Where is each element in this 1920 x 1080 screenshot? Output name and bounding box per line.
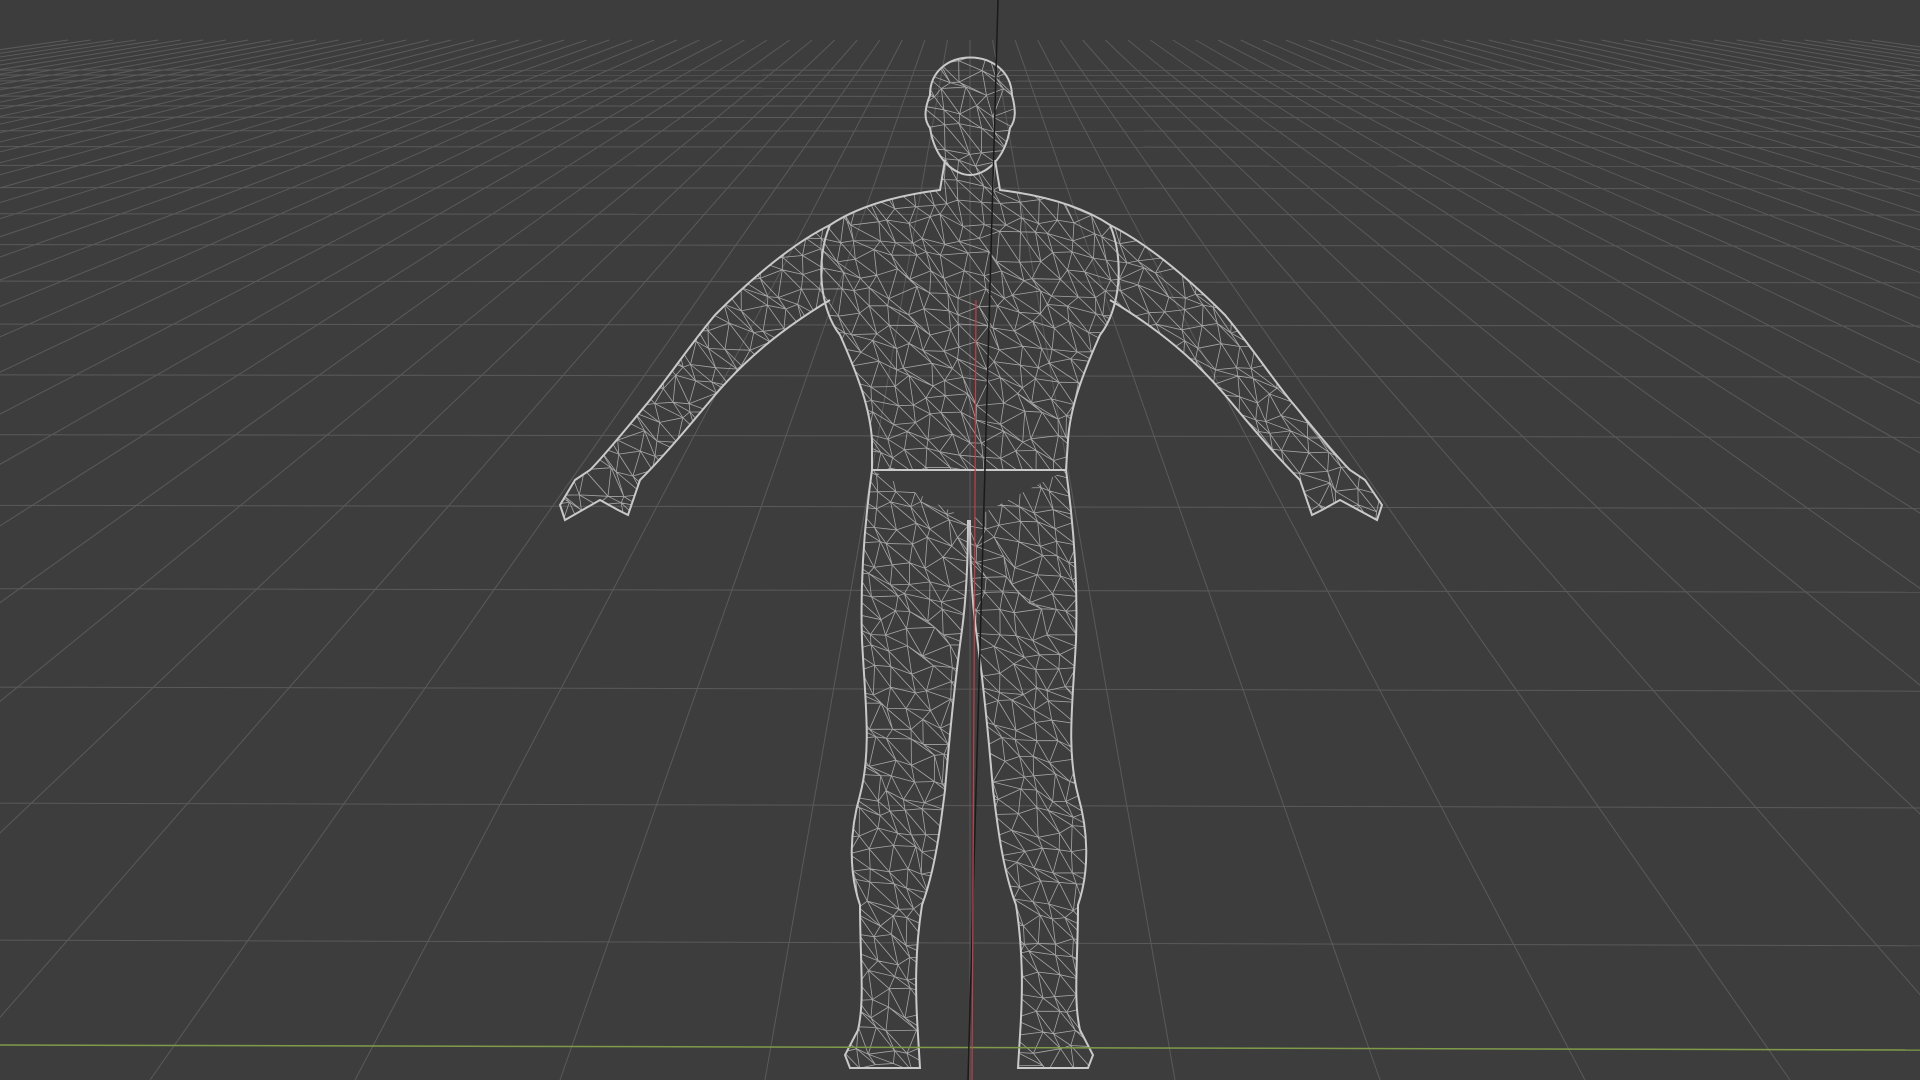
grid-line-depth [1488,39,1920,148]
grid-line-depth [0,39,452,153]
grid-line-depth [0,39,69,51]
grid-line-depth [1601,39,1920,106]
grid-line-depth [1826,39,1920,55]
grid-line-depth [0,39,362,117]
grid-line-depth [1104,39,1920,815]
grid-line-depth [1646,39,1920,93]
grid-line-depth [1082,39,1920,996]
grid-line-depth [1556,39,1920,121]
grid-line-horizontal [0,504,1920,509]
grid-line-depth [0,39,565,220]
mesh-left-arm [558,224,831,522]
grid-line-depth [0,39,745,465]
grid-line-horizontal [0,802,1920,809]
grid-line-horizontal [0,213,1920,216]
grid-line-depth [1691,39,1920,82]
grid-line-depth [1172,39,1920,514]
grid-line-depth [0,39,384,125]
grid-line-depth [1262,39,1920,329]
grid-line-depth [0,39,858,1019]
grid-line-depth [1533,39,1920,129]
grid-line-depth [0,39,294,97]
grid-line-depth [0,39,407,134]
grid-line-depth [1781,39,1920,63]
grid-line-depth [0,39,91,54]
grid-line-horizontal [0,130,1920,132]
grid-line-depth [0,39,768,527]
grid-line-depth [1037,39,1586,1080]
character-wireframe-mesh[interactable] [543,34,1385,1074]
grid-line-depth [1759,39,1920,67]
grid-line-depth [354,39,903,1080]
grid-line-depth [992,39,1176,1080]
grid-line-horizontal [0,280,1920,284]
grid-line-depth [1285,39,1920,299]
grid-line-depth [1668,39,1920,87]
grid-line-depth [0,39,723,415]
grid-line-depth [0,39,159,66]
y-axis-line [971,299,977,1080]
grid-line-depth [1871,39,1920,48]
grid-line-horizontal [0,244,1920,247]
grid-line-depth [1804,39,1920,59]
grid-line-depth [1150,39,1920,589]
grid-line-depth [1398,39,1920,197]
grid-line-horizontal [0,939,1920,947]
grid-line-depth [0,39,226,80]
grid-line-depth [0,39,836,834]
grid-line-depth [0,39,181,70]
x-axis-line [0,1044,1920,1051]
grid-line-depth [1308,39,1920,274]
grid-line-depth [0,39,700,373]
grid-line-depth [0,39,249,85]
grid-line-horizontal [0,116,1920,119]
grid-line-depth [0,39,114,58]
grid-line-depth [1736,39,1920,72]
grid-line-depth [1465,39,1920,159]
grid-line-depth [1195,39,1920,454]
grid-line-depth [0,39,655,307]
grid-line-depth [0,39,610,258]
grid-line-depth [1059,39,1791,1080]
viewport-scene [0,0,1920,1080]
grid-line-depth [0,39,272,91]
grid-line-horizontal [0,434,1920,438]
grid-line-horizontal [0,588,1920,593]
grid-line-horizontal [0,187,1920,190]
grid-line-depth [1127,39,1920,686]
grid-line-depth [149,39,881,1080]
grid-line-depth [1353,39,1920,231]
grid-line-depth [0,39,429,143]
grid-line-depth [1420,39,1920,183]
grid-line-horizontal [0,164,1920,167]
grid-line-depth [1849,39,1920,51]
grid-line-depth [0,39,678,338]
grid-line-depth [1443,39,1920,170]
mesh-right-arm [1109,224,1384,522]
grid-line-depth [0,39,632,281]
grid-line-depth [0,39,317,103]
3d-viewport[interactable] [0,0,1920,1080]
grid-line-depth [1375,39,1920,213]
grid-line-depth [0,39,587,238]
mesh-wire-edges [560,57,1382,1068]
